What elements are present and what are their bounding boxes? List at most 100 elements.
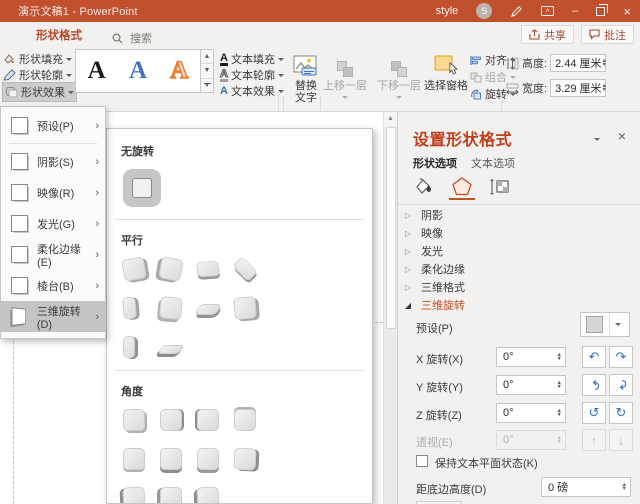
x-rotation-spinner[interactable]: ▲▼ — [557, 353, 562, 362]
distance-input[interactable]: 0 磅▲▼ — [541, 477, 631, 497]
selection-pane-button[interactable]: 选择窗格 — [424, 48, 468, 110]
rotate-left-icon[interactable]: ↶ — [582, 346, 606, 368]
send-backward-button[interactable]: 下移一层 — [377, 48, 421, 110]
shape-effects-button[interactable]: 形状效果 — [3, 83, 76, 101]
rotate-ccw-icon[interactable]: ↺ — [582, 402, 606, 424]
close-button[interactable]: × — [614, 0, 640, 22]
section-3d-format[interactable]: ▷ 三维格式 — [403, 279, 633, 295]
pane-tab-text-options[interactable]: 文本选项 — [471, 155, 515, 171]
submenu-arrow-icon: › — [95, 120, 99, 132]
height-spinner[interactable]: ▲▼ — [602, 59, 607, 68]
rotate-up-icon[interactable]: ↶ — [582, 374, 606, 396]
rotation-option-a-sl3[interactable] — [197, 487, 220, 504]
text-fill-button[interactable]: A 文本填充 — [220, 51, 284, 67]
width-spinner[interactable]: ▲▼ — [602, 84, 607, 93]
rotation-option-a-b2[interactable] — [160, 448, 182, 470]
height-input[interactable]: 2.44 厘米▲▼ — [550, 54, 606, 72]
rotation-option-a-sl1[interactable] — [122, 486, 145, 504]
rotate-down-icon[interactable]: ↷ — [609, 374, 633, 396]
x-rotation-input[interactable]: 0°▲▼ — [496, 347, 566, 367]
rotation-option-side-l[interactable] — [123, 336, 135, 358]
ribbon-display-options-icon[interactable]: ˄ — [532, 0, 563, 22]
submenu-arrow-icon: › — [95, 218, 99, 230]
rotation-option-top-r[interactable] — [232, 256, 257, 281]
wordart-gallery[interactable]: A A A — [75, 49, 201, 93]
rotation-option-iso-r[interactable] — [158, 256, 183, 281]
menu-item-soft-edges[interactable]: 柔化边缘(E) › — [1, 239, 105, 270]
gallery-more-icon[interactable]: ▼ — [201, 79, 213, 92]
menu-item-shadow[interactable]: 阴影(S) › — [1, 146, 105, 177]
slide-scrollbar[interactable]: ▲ — [383, 112, 397, 504]
oblique-grid — [123, 409, 358, 504]
menu-item-bevel[interactable]: 棱台(B) › — [1, 270, 105, 301]
pane-tab-shape-options[interactable]: 形状选项 — [413, 155, 457, 171]
ink-pen-icon[interactable] — [501, 0, 532, 22]
effects-pentagon-icon[interactable] — [449, 174, 475, 200]
rotation-option-flat-selected[interactable] — [132, 178, 152, 198]
text-effects-icon: A — [220, 86, 228, 96]
share-button[interactable]: 共享 — [521, 25, 574, 44]
shape-outline-button[interactable]: 形状轮廓 — [3, 67, 72, 83]
search-icon — [112, 33, 123, 44]
rotation-option-a-b3[interactable] — [197, 448, 219, 470]
rotation-option-a-r[interactable] — [160, 409, 182, 431]
preset-dropdown[interactable] — [580, 312, 630, 337]
section-shadow[interactable]: ▷ 阴影 — [403, 207, 633, 223]
rotation-option-a-l[interactable] — [197, 409, 219, 431]
account-avatar[interactable]: S — [467, 0, 501, 22]
bring-forward-button[interactable]: 上移一层 — [323, 48, 367, 110]
rotation-option-a-br[interactable] — [123, 409, 145, 431]
rotation-option-off1-r[interactable] — [159, 296, 183, 320]
section-3d-rotation[interactable]: ◢ 三维旋转 — [403, 297, 633, 313]
search-box[interactable]: 搜索 — [112, 30, 152, 46]
z-rotation-spinner[interactable]: ▲▼ — [557, 409, 562, 418]
alt-text-button[interactable]: 替换 文字 — [284, 48, 328, 110]
section-glow[interactable]: ▷ 发光 — [403, 243, 633, 259]
pane-title: 设置形状格式 — [413, 126, 512, 150]
section-soft-edges[interactable]: ▷ 柔化边缘 — [403, 261, 633, 277]
menu-item-reflection[interactable]: 映像(R) › — [1, 177, 105, 208]
width-input[interactable]: 3.29 厘米▲▼ — [550, 79, 606, 97]
rotation-option-side-flat[interactable] — [157, 345, 185, 354]
rotation-option-off2-r[interactable] — [233, 296, 257, 320]
fill-line-icon[interactable] — [411, 174, 437, 200]
comments-button[interactable]: 批注 — [581, 25, 634, 44]
wordart-style-1[interactable]: A — [76, 50, 117, 92]
rotation-option-off1-l[interactable] — [122, 296, 137, 319]
wordart-style-2[interactable]: A — [117, 50, 158, 92]
gallery-down-icon[interactable]: ▼ — [201, 64, 213, 78]
rotation-option-a-t[interactable] — [234, 409, 256, 431]
section-reflection[interactable]: ▷ 映像 — [403, 225, 633, 241]
scrollbar-thumb[interactable] — [386, 127, 396, 329]
rotate-cw-icon[interactable]: ↻ — [609, 402, 633, 424]
pane-options-icon[interactable] — [594, 132, 600, 144]
wordart-style-3[interactable]: A — [159, 50, 200, 92]
y-rotation-input[interactable]: 0°▲▼ — [496, 375, 566, 395]
scrollbar-up-icon[interactable]: ▲ — [384, 112, 397, 126]
rotation-option-top-l[interactable] — [196, 261, 220, 277]
keep-text-flat-checkbox[interactable] — [416, 455, 428, 467]
shape-fill-button[interactable]: 形状填充 — [3, 51, 72, 67]
rotation-option-iso-l[interactable] — [121, 256, 146, 281]
restore-button[interactable] — [587, 0, 614, 22]
paint-bucket-icon — [3, 53, 16, 65]
rotation-option-a-sr[interactable] — [233, 447, 256, 470]
distance-spinner[interactable]: ▲▼ — [622, 483, 627, 492]
y-rotation-spinner[interactable]: ▲▼ — [557, 381, 562, 390]
gallery-up-icon[interactable]: ▲ — [201, 50, 213, 64]
rotation-option-off2-l[interactable] — [194, 304, 222, 315]
z-rotation-input[interactable]: 0°▲▼ — [496, 403, 566, 423]
text-effects-button[interactable]: A 文本效果 — [220, 83, 284, 99]
rotation-option-a-sl2[interactable] — [160, 487, 182, 504]
text-outline-button[interactable]: A 文本轮廓 — [220, 67, 284, 83]
rotation-option-a-b1[interactable] — [123, 448, 145, 470]
height-icon — [506, 57, 519, 70]
submenu-arrow-icon: › — [95, 311, 99, 323]
pane-close-icon[interactable]: × — [618, 128, 626, 144]
menu-item-glow[interactable]: 发光(G) › — [1, 208, 105, 239]
rotate-right-icon[interactable]: ↷ — [609, 346, 633, 368]
size-properties-icon[interactable] — [487, 174, 513, 200]
menu-item-3d-rotation[interactable]: 三维旋转(D) › — [1, 301, 105, 332]
minimize-button[interactable]: – — [563, 0, 587, 22]
menu-item-preset[interactable]: 预设(P) › — [1, 110, 105, 141]
